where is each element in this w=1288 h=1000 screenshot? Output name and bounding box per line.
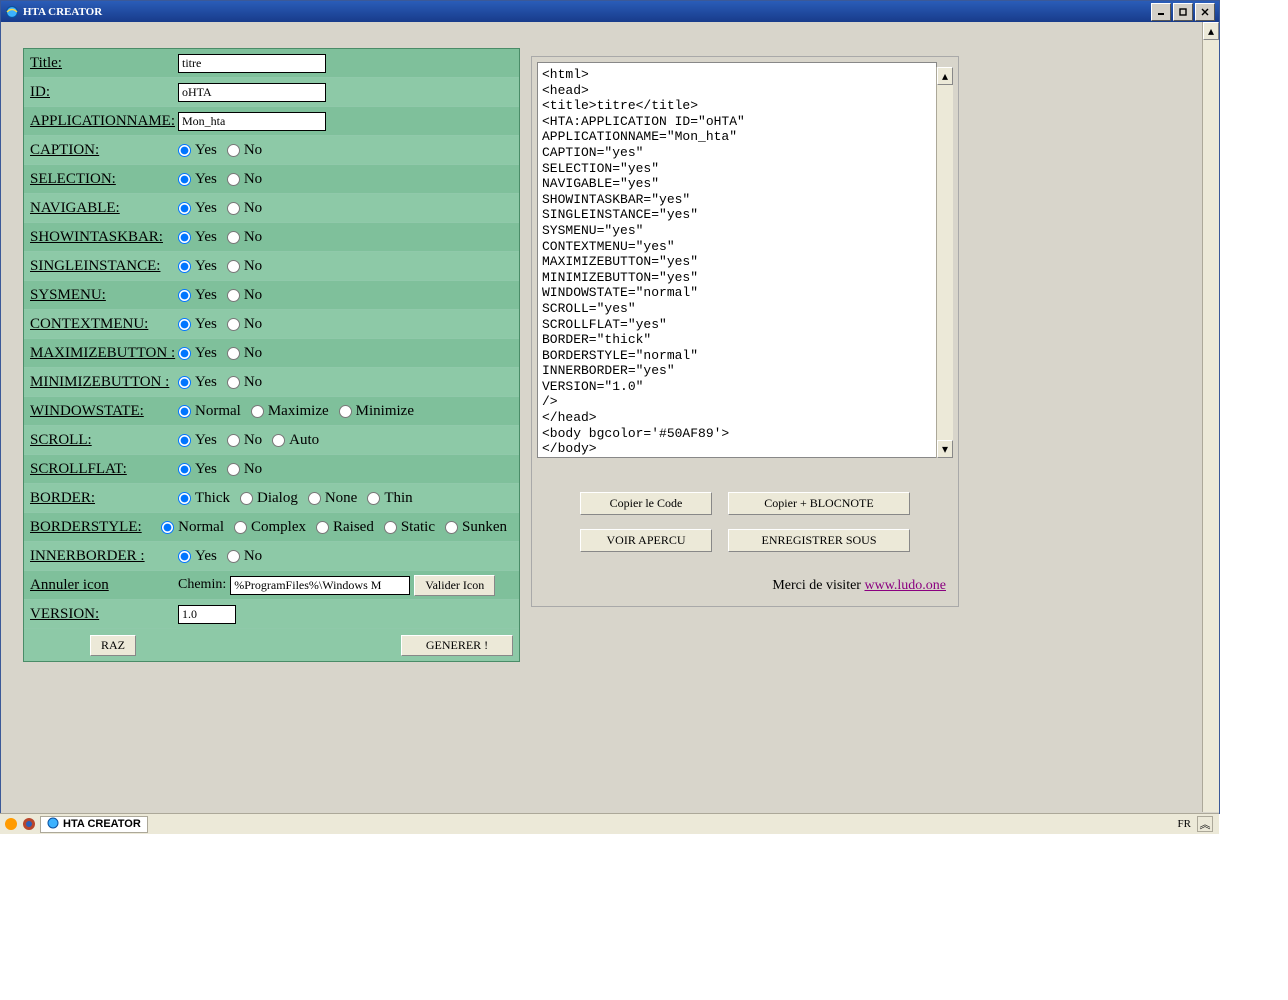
- scroll-no[interactable]: [227, 434, 240, 447]
- chevron-up-icon[interactable]: ︽: [1197, 816, 1213, 832]
- label-innerborder: INNERBORDER :: [30, 548, 178, 565]
- label-id: ID:: [30, 84, 178, 101]
- label-borderstyle: BORDERSTYLE:: [30, 519, 161, 536]
- scrollflat-no[interactable]: [227, 463, 240, 476]
- caption-yes[interactable]: [178, 144, 191, 157]
- contextmenu-yes[interactable]: [178, 318, 191, 331]
- showintaskbar-yes[interactable]: [178, 231, 191, 244]
- label-maximizebutton: MAXIMIZEBUTTON :: [30, 345, 178, 362]
- selection-yes[interactable]: [178, 173, 191, 186]
- label-scrollflat: SCROLLFLAT:: [30, 461, 178, 478]
- label-sysmenu: SYSMENU:: [30, 287, 178, 304]
- scroll-down-icon[interactable]: ▾: [937, 440, 953, 458]
- firefox-icon[interactable]: [22, 817, 36, 831]
- scroll-up-icon[interactable]: ▴: [937, 67, 953, 85]
- scrollflat-yes[interactable]: [178, 463, 191, 476]
- titlebar[interactable]: HTA CREATOR: [1, 1, 1219, 22]
- showintaskbar-no[interactable]: [227, 231, 240, 244]
- maximizebutton-yes[interactable]: [178, 347, 191, 360]
- singleinstance-yes[interactable]: [178, 260, 191, 273]
- label-navigable: NAVIGABLE:: [30, 200, 178, 217]
- annuler-icon-link[interactable]: Annuler icon: [30, 577, 178, 594]
- start-icon[interactable]: [4, 817, 18, 831]
- label-windowstate: WINDOWSTATE:: [30, 403, 178, 420]
- selection-no[interactable]: [227, 173, 240, 186]
- footer-link[interactable]: www.ludo.one: [864, 578, 946, 593]
- caption-no[interactable]: [227, 144, 240, 157]
- navigable-yes[interactable]: [178, 202, 191, 215]
- chemin-label: Chemin:: [178, 577, 226, 593]
- maximizebutton-no[interactable]: [227, 347, 240, 360]
- copy-code-button[interactable]: Copier le Code: [580, 492, 712, 515]
- label-selection: SELECTION:: [30, 171, 178, 188]
- id-input[interactable]: [178, 83, 326, 102]
- ie-icon: [47, 817, 59, 832]
- windowstate-minimize[interactable]: [339, 405, 352, 418]
- form-panel: Title: ID: APPLICATIONNAME: CAPTION:YesN…: [23, 48, 520, 662]
- code-textarea[interactable]: <html> <head> <title>titre</title> <HTA:…: [537, 62, 937, 458]
- label-title: Title:: [30, 55, 178, 72]
- close-button[interactable]: [1195, 3, 1215, 21]
- output-panel: <html> <head> <title>titre</title> <HTA:…: [531, 56, 959, 607]
- generer-button[interactable]: GENERER !: [401, 635, 513, 656]
- chemin-input[interactable]: [230, 576, 410, 595]
- app-window: HTA CREATOR ▴ Title: ID: APPLICATIONNAME…: [0, 0, 1220, 814]
- minimize-button[interactable]: [1151, 3, 1171, 21]
- singleinstance-no[interactable]: [227, 260, 240, 273]
- border-thick[interactable]: [178, 492, 191, 505]
- label-singleinstance: SINGLEINSTANCE:: [30, 258, 178, 275]
- voir-apercu-button[interactable]: VOIR APERCU: [580, 529, 712, 552]
- label-caption: CAPTION:: [30, 142, 178, 159]
- ie-icon: [5, 5, 19, 19]
- version-input[interactable]: [178, 605, 236, 624]
- contextmenu-no[interactable]: [227, 318, 240, 331]
- footer: Merci de visiter www.ludo.one: [532, 566, 958, 606]
- scroll-up-icon[interactable]: ▴: [1203, 22, 1219, 40]
- border-dialog[interactable]: [240, 492, 253, 505]
- label-showintaskbar: SHOWINTASKBAR:: [30, 229, 178, 246]
- border-none[interactable]: [308, 492, 321, 505]
- navigable-no[interactable]: [227, 202, 240, 215]
- innerborder-no[interactable]: [227, 550, 240, 563]
- borderstyle-static[interactable]: [384, 521, 397, 534]
- windowstate-maximize[interactable]: [251, 405, 264, 418]
- language-indicator[interactable]: FR: [1178, 818, 1191, 830]
- client-area: ▴ Title: ID: APPLICATIONNAME: CAPTION:Ye…: [1, 22, 1219, 812]
- label-appname: APPLICATIONNAME:: [30, 113, 178, 130]
- window-title: HTA CREATOR: [23, 6, 102, 18]
- minimizebutton-yes[interactable]: [178, 376, 191, 389]
- innerborder-yes[interactable]: [178, 550, 191, 563]
- copy-blocnote-button[interactable]: Copier + BLOCNOTE: [728, 492, 910, 515]
- borderstyle-sunken[interactable]: [445, 521, 458, 534]
- maximize-button[interactable]: [1173, 3, 1193, 21]
- taskbar-app-button[interactable]: HTA CREATOR: [40, 816, 148, 833]
- raz-button[interactable]: RAZ: [90, 635, 136, 656]
- taskbar[interactable]: HTA CREATOR FR ︽: [0, 813, 1219, 834]
- label-scroll: SCROLL:: [30, 432, 178, 449]
- border-thin[interactable]: [367, 492, 380, 505]
- icon-row: Annuler icon Chemin: Valider Icon: [24, 571, 519, 600]
- title-input[interactable]: [178, 54, 326, 73]
- code-scrollbar[interactable]: ▴ ▾: [936, 67, 953, 458]
- borderstyle-raised[interactable]: [316, 521, 329, 534]
- label-version: VERSION:: [30, 606, 178, 623]
- scrollbar[interactable]: ▴: [1202, 22, 1219, 812]
- scroll-yes[interactable]: [178, 434, 191, 447]
- minimizebutton-no[interactable]: [227, 376, 240, 389]
- scroll-auto[interactable]: [272, 434, 285, 447]
- enregistrer-button[interactable]: ENREGISTRER SOUS: [728, 529, 910, 552]
- label-contextmenu: CONTEXTMENU:: [30, 316, 178, 333]
- borderstyle-complex[interactable]: [234, 521, 247, 534]
- valider-icon-button[interactable]: Valider Icon: [414, 575, 495, 596]
- appname-input[interactable]: [178, 112, 326, 131]
- sysmenu-no[interactable]: [227, 289, 240, 302]
- label-minimizebutton: MINIMIZEBUTTON :: [30, 374, 178, 391]
- borderstyle-normal[interactable]: [161, 521, 174, 534]
- windowstate-normal[interactable]: [178, 405, 191, 418]
- label-border: BORDER:: [30, 490, 178, 507]
- sysmenu-yes[interactable]: [178, 289, 191, 302]
